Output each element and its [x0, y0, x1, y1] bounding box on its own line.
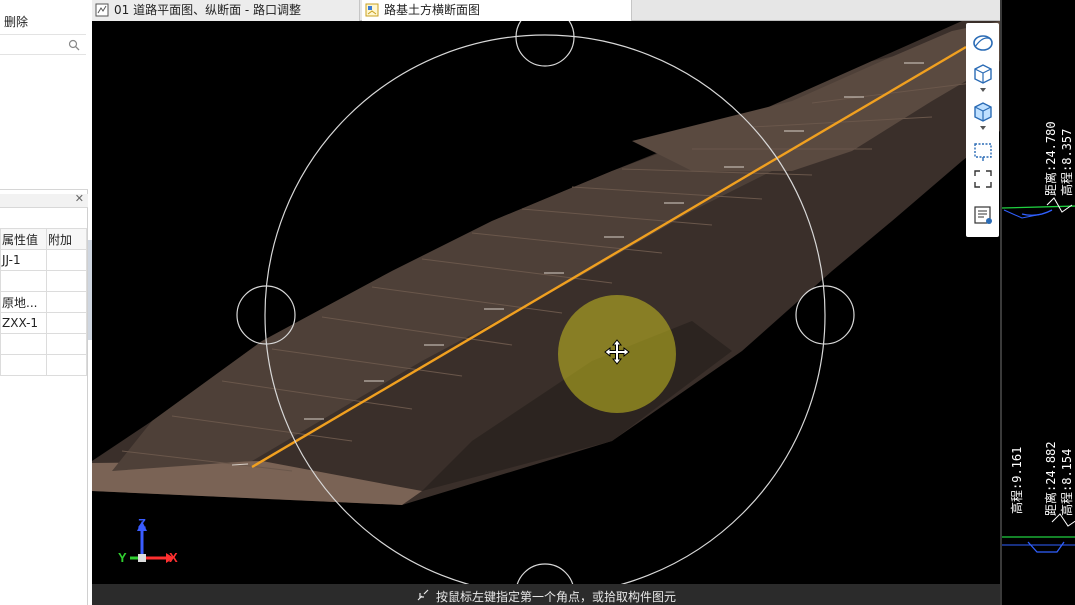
- table-row[interactable]: JJ-1: [0, 249, 87, 271]
- axis-z-label: Z: [138, 516, 146, 531]
- close-icon[interactable]: ✕: [75, 192, 84, 205]
- zoom-window-icon[interactable]: [971, 139, 995, 163]
- orbit-handle-top[interactable]: [515, 21, 575, 67]
- drawing-icon: [95, 3, 109, 17]
- left-panel: 删除 ✕ 属性值 附加 JJ-1 原地... ZXX-1: [0, 0, 88, 605]
- search-input[interactable]: [0, 34, 86, 55]
- property-extra[interactable]: [46, 249, 87, 271]
- column-header-extra: 附加: [46, 228, 87, 250]
- properties-title-bar: ✕: [0, 192, 88, 208]
- property-value[interactable]: JJ-1: [0, 249, 47, 271]
- table-row[interactable]: 原地...: [0, 291, 87, 313]
- table-row[interactable]: [0, 333, 87, 355]
- cad-label: 距离:24.882: [1044, 441, 1058, 516]
- property-value[interactable]: [0, 270, 47, 292]
- road-model[interactable]: [92, 21, 1000, 584]
- delete-button[interactable]: 删除: [4, 13, 28, 30]
- property-extra[interactable]: [46, 312, 87, 334]
- cad-drawing-view[interactable]: 距离:24.780 高程:8.357 高程:9.161 距离:24.882 高程…: [1000, 0, 1075, 605]
- cross-section-icon: [365, 3, 379, 17]
- axis-triad-icon: [130, 521, 174, 563]
- 3d-viewport[interactable]: Z X Y: [92, 21, 1000, 584]
- fit-all-icon[interactable]: [971, 167, 995, 191]
- table-header-row: 属性值 附加: [0, 228, 87, 250]
- property-extra[interactable]: [46, 291, 87, 313]
- search-icon[interactable]: [68, 39, 80, 51]
- shaded-cube-icon[interactable]: [971, 99, 995, 123]
- properties-table: 属性值 附加 JJ-1 原地... ZXX-1: [0, 228, 87, 376]
- table-row[interactable]: [0, 354, 87, 376]
- tab-label: 路基土方横断面图: [384, 3, 481, 17]
- column-header-value: 属性值: [0, 228, 47, 250]
- cad-label: 高程:8.154: [1060, 448, 1074, 516]
- document-tab-bar: 01 道路平面图、纵断面 - 路口调整 路基土方横断面图: [92, 0, 1000, 21]
- cad-label: 高程:8.357: [1060, 128, 1074, 196]
- chevron-down-icon[interactable]: [971, 85, 995, 95]
- property-value[interactable]: ZXX-1: [0, 312, 47, 334]
- property-value[interactable]: [0, 354, 47, 376]
- status-text: 按鼠标左键指定第一个角点，或拾取构件图元: [436, 590, 677, 604]
- orbit-icon[interactable]: [971, 31, 995, 55]
- property-value[interactable]: [0, 333, 47, 355]
- property-extra[interactable]: [46, 333, 87, 355]
- property-extra[interactable]: [46, 270, 87, 292]
- table-row[interactable]: [0, 270, 87, 292]
- properties-icon[interactable]: [971, 203, 995, 227]
- tab-cross-section[interactable]: 路基土方横断面图: [362, 0, 632, 21]
- orbit-handle-bottom[interactable]: [516, 563, 574, 584]
- cad-label: 距离:24.780: [1044, 121, 1058, 196]
- axis-y-label: Y: [118, 550, 127, 565]
- property-value[interactable]: 原地...: [0, 291, 47, 313]
- navigation-toolbar: [966, 23, 999, 237]
- component-list-panel: 删除: [0, 0, 88, 190]
- view-cube-icon[interactable]: [971, 61, 995, 85]
- cad-label: 高程:9.161: [1010, 446, 1024, 514]
- tab-label: 01 道路平面图、纵断面 - 路口调整: [114, 3, 302, 17]
- table-row[interactable]: ZXX-1: [0, 312, 87, 334]
- pick-cursor-icon: [417, 589, 429, 601]
- tab-road-plan[interactable]: 01 道路平面图、纵断面 - 路口调整: [92, 0, 360, 21]
- property-extra[interactable]: [46, 354, 87, 376]
- chevron-down-icon[interactable]: [971, 123, 995, 133]
- status-bar: 按鼠标左键指定第一个角点，或拾取构件图元: [92, 584, 1000, 605]
- axis-x-label: X: [169, 550, 178, 565]
